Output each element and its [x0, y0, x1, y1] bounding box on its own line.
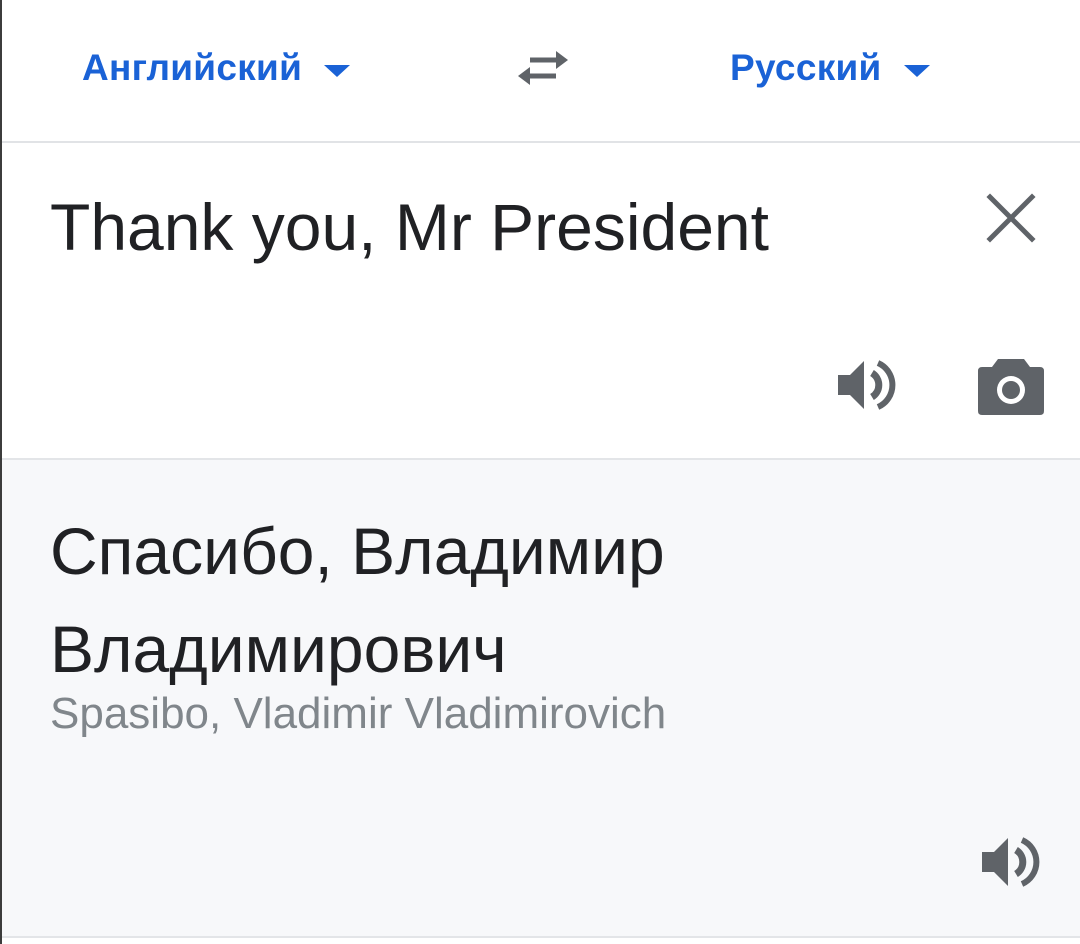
listen-source-button[interactable]	[832, 351, 900, 419]
speaker-icon	[982, 837, 1040, 887]
translation-result-area: Спасибо, Владимир Владимирович Spasibo, …	[2, 460, 1080, 938]
target-language-selector[interactable]: Русский	[730, 44, 930, 92]
speaker-icon	[838, 360, 896, 410]
language-bar: Английский Русский	[2, 0, 1080, 143]
source-input-area[interactable]: Thank you, Mr President	[2, 143, 1080, 460]
listen-translation-button[interactable]	[976, 828, 1044, 896]
translation-text: Спасибо, Владимир Владимирович	[50, 514, 665, 686]
swap-arrows-icon	[518, 51, 568, 85]
swap-languages-button[interactable]	[510, 40, 576, 96]
target-language-label: Русский	[730, 47, 882, 88]
transliteration-text: Spasibo, Vladimir Vladimirovich	[50, 689, 667, 738]
close-icon	[986, 193, 1036, 243]
source-language-selector[interactable]: Английский	[82, 44, 351, 92]
source-text-input[interactable]: Thank you, Mr President	[50, 187, 769, 267]
camera-icon	[978, 359, 1044, 415]
clear-input-button[interactable]	[980, 187, 1042, 249]
source-language-label: Английский	[82, 47, 303, 88]
caret-down-icon	[903, 65, 930, 77]
caret-down-icon	[324, 65, 351, 77]
camera-button[interactable]	[974, 351, 1048, 419]
